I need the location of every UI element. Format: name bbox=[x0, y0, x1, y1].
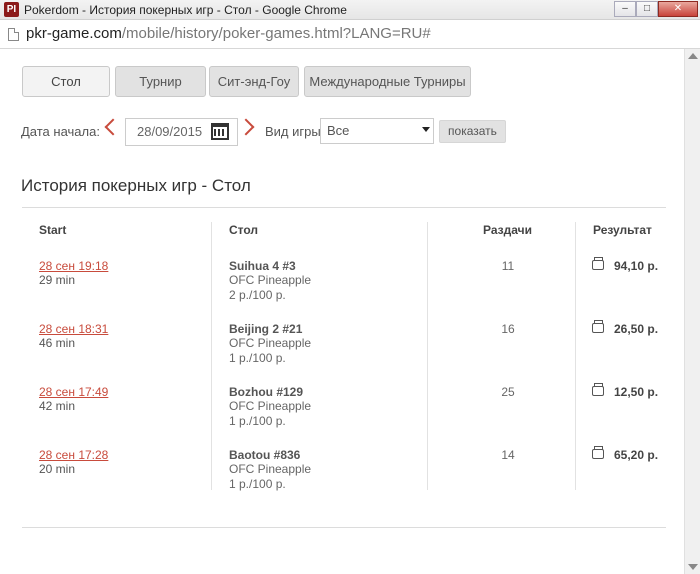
chevron-right-icon[interactable] bbox=[237, 118, 255, 136]
divider bbox=[22, 207, 666, 208]
column-header-start: Start bbox=[39, 223, 67, 237]
tab-international-tournaments[interactable]: Международные Турниры bbox=[304, 66, 471, 97]
page-title: История покерных игр - Стол bbox=[21, 176, 251, 195]
minimize-button[interactable]: – bbox=[614, 1, 636, 17]
table-row: 28 сен 17:49 42 min Bozhou #129 OFC Pine… bbox=[0, 383, 684, 448]
scroll-down-icon[interactable] bbox=[688, 564, 698, 570]
game-duration: 29 min bbox=[39, 273, 76, 287]
column-header-table: Стол bbox=[229, 223, 259, 237]
close-button[interactable]: ✕ bbox=[658, 1, 698, 17]
url-host: pkr-game.com bbox=[26, 25, 122, 42]
tab-sit-and-go[interactable]: Сит-энд-Гоу bbox=[209, 66, 299, 97]
game-duration: 20 min bbox=[39, 462, 76, 476]
show-button[interactable]: показать bbox=[439, 120, 506, 143]
game-variant: OFC Pineapple bbox=[229, 399, 312, 413]
game-duration: 42 min bbox=[39, 399, 76, 413]
tab-tournament[interactable]: Турнир bbox=[115, 66, 206, 97]
wallet-icon bbox=[592, 383, 604, 396]
game-variant: OFC Pineapple bbox=[229, 462, 312, 476]
game-stakes: 2 р./100 р. bbox=[229, 288, 286, 302]
caret-down-icon bbox=[422, 127, 430, 132]
window-title: Pokerdom - История покерных игр - Стол -… bbox=[24, 3, 347, 17]
scroll-up-icon[interactable] bbox=[688, 53, 698, 59]
table-row: 28 сен 18:31 46 min Beijing 2 #21 OFC Pi… bbox=[0, 320, 684, 385]
wallet-icon bbox=[592, 257, 604, 270]
vertical-scrollbar[interactable] bbox=[684, 49, 700, 574]
game-variant: OFC Pineapple bbox=[229, 336, 312, 350]
window-controls: – □ ✕ bbox=[614, 0, 700, 18]
game-date-link[interactable]: 28 сен 17:49 bbox=[39, 385, 108, 399]
table-name: Suihua 4 #3 bbox=[229, 259, 296, 273]
game-result: 26,50 р. bbox=[614, 322, 659, 336]
game-result: 94,10 р. bbox=[614, 259, 659, 273]
url-text[interactable]: pkr-game.com/mobile/history/poker-games.… bbox=[26, 25, 431, 42]
game-duration: 46 min bbox=[39, 336, 76, 350]
page-content: Стол Турнир Сит-энд-Гоу Международные Ту… bbox=[0, 49, 684, 574]
game-date-link[interactable]: 28 сен 19:18 bbox=[39, 259, 108, 273]
game-type-select[interactable]: Все bbox=[320, 118, 434, 144]
calendar-icon[interactable] bbox=[211, 123, 229, 140]
window-titlebar: PI Pokerdom - История покерных игр - Сто… bbox=[0, 0, 700, 20]
page-icon bbox=[8, 28, 19, 41]
table-row: 28 сен 19:18 29 min Suihua 4 #3 OFC Pine… bbox=[0, 257, 684, 322]
address-bar[interactable]: pkr-game.com/mobile/history/poker-games.… bbox=[0, 20, 700, 49]
column-header-result: Результат bbox=[593, 223, 652, 237]
maximize-button[interactable]: □ bbox=[636, 1, 658, 17]
game-stakes: 1 р./100 р. bbox=[229, 351, 286, 365]
hands-count: 14 bbox=[501, 448, 515, 462]
start-date-label: Дата начала: bbox=[21, 124, 100, 139]
table-name: Beijing 2 #21 bbox=[229, 322, 303, 336]
column-header-hands: Раздачи bbox=[483, 223, 532, 237]
divider bbox=[22, 527, 666, 528]
table-name: Bozhou #129 bbox=[229, 385, 304, 399]
wallet-icon bbox=[592, 446, 604, 459]
game-stakes: 1 р./100 р. bbox=[229, 477, 286, 491]
table-name: Baotou #836 bbox=[229, 448, 301, 462]
game-result: 65,20 р. bbox=[614, 448, 659, 462]
hands-count: 25 bbox=[501, 385, 515, 399]
chevron-left-icon[interactable] bbox=[104, 118, 122, 136]
game-result: 12,50 р. bbox=[614, 385, 659, 399]
game-date-link[interactable]: 28 сен 18:31 bbox=[39, 322, 108, 336]
game-type-label: Вид игры: bbox=[265, 124, 325, 139]
wallet-icon bbox=[592, 320, 604, 333]
game-date-link[interactable]: 28 сен 17:28 bbox=[39, 448, 108, 462]
game-stakes: 1 р./100 р. bbox=[229, 414, 286, 428]
tab-table[interactable]: Стол bbox=[22, 66, 110, 97]
game-variant: OFC Pineapple bbox=[229, 273, 312, 287]
table-row: 28 сен 17:28 20 min Baotou #836 OFC Pine… bbox=[0, 446, 684, 511]
url-path: /mobile/history/poker-games.html?LANG=RU… bbox=[121, 25, 431, 42]
pokerdom-app-icon: PI bbox=[4, 2, 19, 17]
hands-count: 16 bbox=[501, 322, 515, 336]
hands-count: 11 bbox=[501, 259, 515, 273]
